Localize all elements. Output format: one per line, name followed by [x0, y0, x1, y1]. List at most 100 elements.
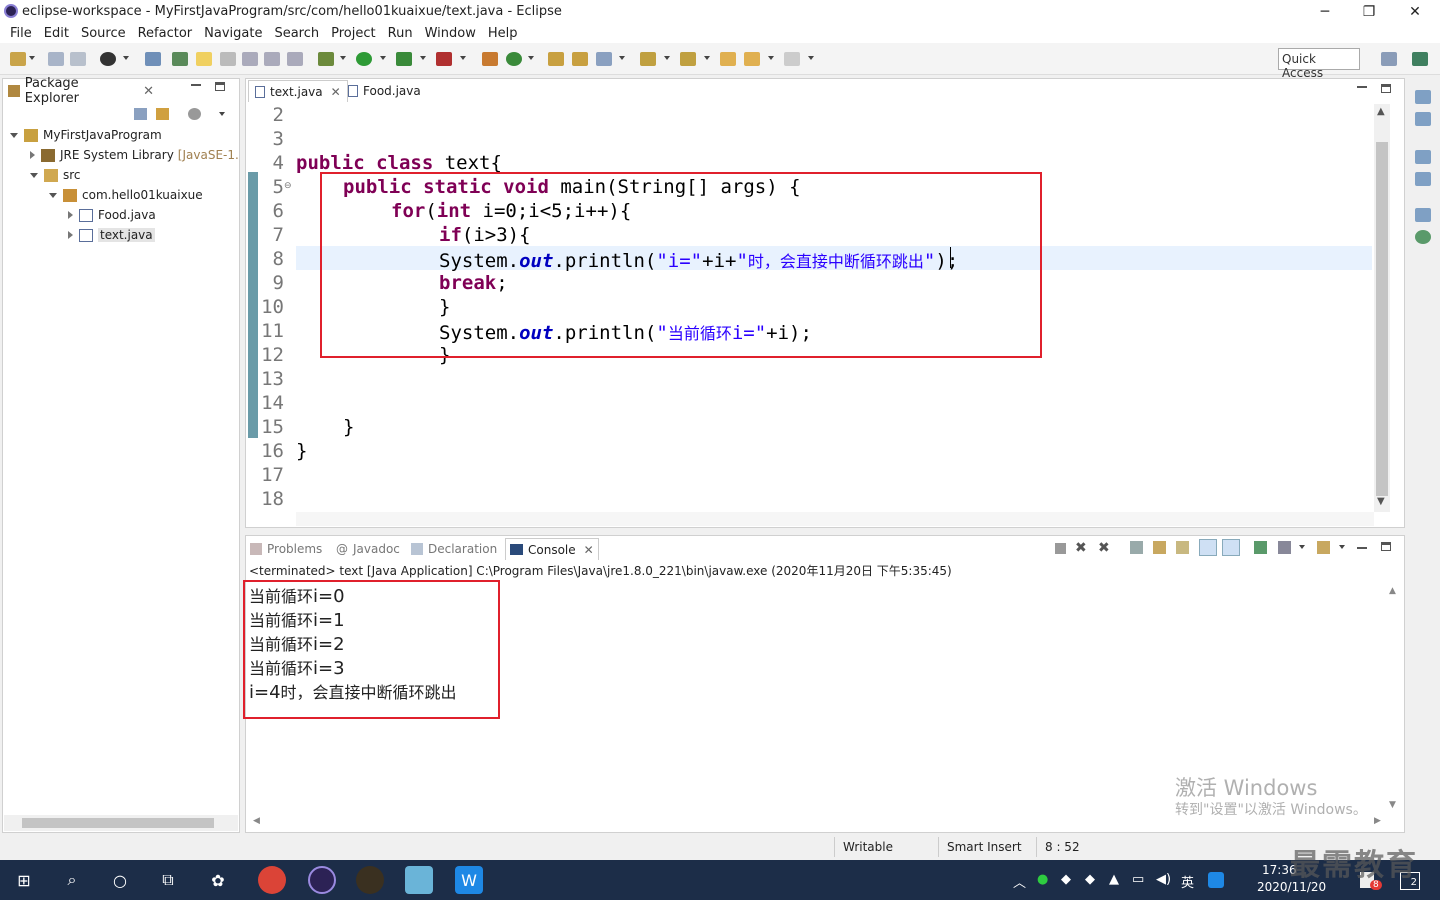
scroll-up-icon[interactable]: ▲ [1377, 106, 1385, 117]
expand-toggle-icon[interactable] [68, 211, 73, 219]
save-icon[interactable] [48, 52, 64, 66]
minimize-panel-icon[interactable] [191, 84, 201, 86]
show-whitespace-icon[interactable] [264, 52, 280, 66]
expand-toggle-icon[interactable] [68, 231, 73, 239]
prev-annotation-icon[interactable] [680, 52, 696, 66]
show-stdout-icon[interactable] [1199, 539, 1217, 556]
debug-profile-icon[interactable] [100, 52, 116, 66]
notification-bell-icon[interactable]: ▲ [1109, 872, 1119, 887]
tab-text-java[interactable]: text.java ✕ [248, 80, 348, 102]
open-console-dropdown-icon[interactable] [1339, 545, 1345, 549]
tree-item-food-java[interactable]: Food.java [68, 208, 156, 222]
debug-dropdown-icon[interactable] [340, 56, 346, 60]
new-class-dropdown-icon[interactable] [528, 56, 534, 60]
toggle-block-icon[interactable] [220, 52, 236, 66]
menu-window[interactable]: Window [423, 26, 478, 41]
maximize-editor-icon[interactable] [1381, 84, 1391, 93]
terminate-icon[interactable] [1055, 543, 1066, 554]
tree-item-package[interactable]: com.hello01kuaixue [49, 188, 203, 202]
console-scroll-left-icon[interactable]: ◀ [253, 816, 260, 826]
tree-item-src[interactable]: src [30, 168, 81, 182]
task-list-icon[interactable] [1415, 230, 1431, 244]
prev-annotation-dropdown-icon[interactable] [704, 56, 710, 60]
chrome-icon[interactable] [258, 866, 286, 894]
qq-tray-icon[interactable]: ◆ [1061, 872, 1071, 887]
restore-button[interactable]: ❐ [1346, 0, 1392, 23]
outline-icon[interactable] [1415, 112, 1431, 126]
pinwheel-app-icon[interactable]: ✿ [204, 866, 232, 894]
search-icon[interactable] [596, 52, 612, 66]
clear-console-icon[interactable] [1130, 541, 1143, 554]
new-java-class-icon[interactable] [506, 52, 522, 66]
console-scroll-right-icon[interactable]: ▶ [1374, 816, 1381, 826]
word-wrap-icon[interactable] [242, 52, 258, 66]
show-stderr-icon[interactable] [1222, 539, 1240, 556]
notepad-app-icon[interactable] [405, 866, 433, 894]
run-icon[interactable] [356, 52, 372, 66]
open-type-icon[interactable] [548, 52, 564, 66]
restore-view-icon-2[interactable] [1415, 150, 1431, 164]
skip-breakpoints-icon[interactable] [145, 52, 161, 66]
app-avatar-icon[interactable] [356, 866, 384, 894]
restore-view-icon[interactable] [1415, 90, 1431, 104]
word-app-icon[interactable]: W [455, 866, 483, 894]
menu-edit[interactable]: Edit [42, 26, 71, 41]
tree-item-jre[interactable]: JRE System Library [JavaSE-1. [30, 148, 239, 162]
taskbar-search-icon[interactable]: ⌕ [58, 866, 86, 894]
open-console-icon[interactable] [1317, 541, 1330, 554]
tab-javadoc[interactable]: @ Javadoc [336, 538, 400, 560]
minimize-editor-icon[interactable] [1357, 86, 1367, 88]
debug-icon[interactable] [318, 52, 334, 66]
java-search-icon[interactable] [172, 52, 188, 66]
tree-item-text-java[interactable]: text.java [68, 228, 155, 242]
last-edit-icon[interactable] [720, 52, 736, 66]
tab-declaration[interactable]: Declaration [411, 538, 497, 560]
quick-access-input[interactable]: Quick Access [1278, 48, 1360, 80]
close-button[interactable]: ✕ [1392, 0, 1438, 23]
tray-expand-icon[interactable]: ︿ [1013, 872, 1026, 891]
show-source-icon[interactable] [287, 52, 303, 66]
new-dropdown-icon[interactable] [29, 56, 35, 60]
run-dropdown-icon[interactable] [380, 56, 386, 60]
back-icon[interactable] [744, 52, 760, 66]
filters-icon[interactable] [188, 108, 201, 120]
view-menu-icon[interactable] [219, 112, 225, 116]
scroll-lock-icon[interactable] [1153, 541, 1166, 554]
external-tools-icon[interactable] [436, 52, 452, 66]
debug-profile-dropdown-icon[interactable] [123, 56, 129, 60]
menu-file[interactable]: File [8, 26, 34, 41]
hierarchy-icon[interactable] [1415, 172, 1431, 186]
ime-indicator[interactable]: 英 [1181, 872, 1194, 891]
maximize-console-icon[interactable] [1381, 542, 1391, 551]
display-console-icon[interactable] [1278, 541, 1291, 554]
collapse-all-icon[interactable] [134, 108, 147, 120]
expand-toggle-icon[interactable] [30, 151, 35, 159]
link-editor-icon[interactable] [156, 108, 169, 120]
package-hscrollbar[interactable] [4, 815, 238, 831]
menu-project[interactable]: Project [329, 26, 377, 41]
open-perspective-icon[interactable] [1381, 52, 1397, 66]
remove-all-icon[interactable]: ✖ [1098, 540, 1110, 556]
expand-toggle-icon[interactable] [10, 132, 18, 138]
display-console-dropdown-icon[interactable] [1299, 545, 1305, 549]
tab-console[interactable]: Console ✕ [505, 538, 599, 560]
close-tab-icon[interactable]: ✕ [584, 543, 594, 557]
cortana-icon[interactable]: ○ [106, 866, 134, 894]
menu-navigate[interactable]: Navigate [202, 26, 264, 41]
menu-search[interactable]: Search [272, 26, 321, 41]
editor-vscroll-thumb[interactable] [1376, 142, 1388, 496]
maximize-panel-icon[interactable] [215, 82, 225, 91]
expand-toggle-icon[interactable] [30, 172, 38, 178]
tree-item-project[interactable]: MyFirstJavaProgram [10, 128, 162, 142]
expand-toggle-icon[interactable] [49, 192, 57, 198]
coverage-icon[interactable] [396, 52, 412, 66]
restore-view-icon-3[interactable] [1415, 208, 1431, 222]
console-scroll-down-icon[interactable]: ▼ [1389, 800, 1396, 810]
console-scroll-up-icon[interactable]: ▲ [1389, 586, 1396, 596]
menu-refactor[interactable]: Refactor [136, 26, 195, 41]
forward-icon[interactable] [784, 52, 800, 66]
start-windows-icon[interactable]: ⊞ [10, 866, 38, 894]
tab-problems[interactable]: Problems [250, 538, 322, 560]
task-view-icon[interactable]: ⧉ [154, 866, 182, 894]
close-tab-icon[interactable]: ✕ [331, 85, 341, 99]
